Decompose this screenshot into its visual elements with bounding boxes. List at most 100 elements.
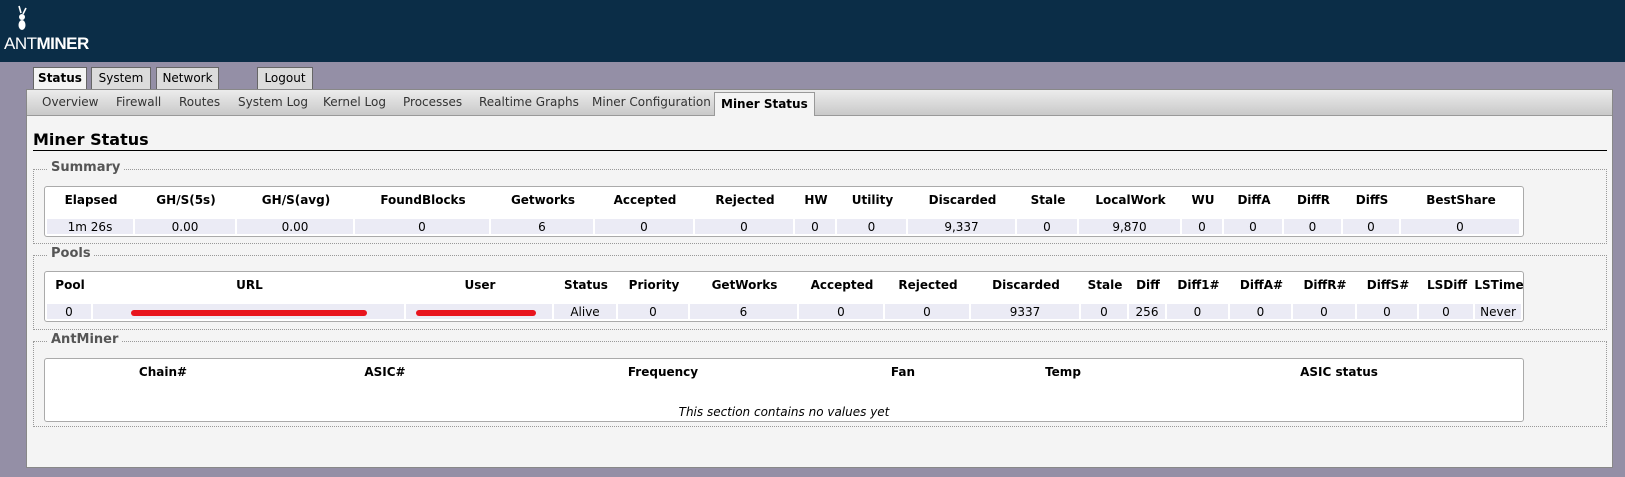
antminer-legend: AntMiner [48,332,122,347]
pools-value-cell: 9337 [971,304,1081,319]
summary-value-cell: 0 [1284,219,1343,234]
pools-header-cell: DiffA# [1239,278,1284,292]
pools-header-cell: Diff1# [1177,278,1220,292]
tab-system[interactable]: System [91,67,151,89]
pools-value-cell: 0 [47,304,93,319]
subtab-miner-configuration[interactable]: Miner Configuration [592,95,711,109]
pools-header-cell: Pool [55,278,85,292]
summary-value-cell: 0.00 [135,219,237,234]
antminer-header-cell: ASIC status [1300,365,1378,379]
page-title: Miner Status [33,130,149,149]
summary-header-cell: Utility [851,193,894,207]
pools-header-cell: LSTime [1474,278,1524,292]
tab-status[interactable]: Status [33,67,87,90]
pools-value-cell: 0 [799,304,885,319]
pools-header-cell: User [464,278,496,292]
summary-header-cell: DiffR [1296,193,1331,207]
pools-header-cell: DiffR# [1303,278,1347,292]
summary-section: Summary Elapsed GH/S(5s) GH/S(avg) Found… [33,160,1607,244]
pool-url-cell [93,304,406,319]
subtab-routes[interactable]: Routes [179,95,220,109]
subtab-miner-status[interactable]: Miner Status [714,92,815,116]
summary-header-row: Elapsed GH/S(5s) GH/S(avg) FoundBlocks G… [47,189,1521,211]
pools-header-cell: Priority [628,278,680,292]
antminer-header-row: Chain# ASIC# Frequency Fan Temp ASIC sta… [47,361,1521,383]
summary-value-cell: 0 [1182,219,1224,234]
pools-header-cell: Status [564,278,608,292]
summary-header-cell: Stale [1030,193,1066,207]
summary-value-cell: 0 [695,219,795,234]
pools-header-cell: Rejected [898,278,958,292]
summary-header-cell: Accepted [613,193,677,207]
pools-value-cell: 0 [1293,304,1357,319]
pools-value-cell: 0 [1230,304,1293,319]
summary-value-cell: 0 [1017,219,1079,234]
pools-header-row: Pool URL User Status Priority GetWorks A… [47,274,1524,296]
antminer-table: Chain# ASIC# Frequency Fan Temp ASIC sta… [44,358,1524,422]
pools-value-cell: 0 [618,304,690,319]
pools-value-cell: 0 [1081,304,1129,319]
pools-value-cell: 0 [1419,304,1475,319]
subtab-overview[interactable]: Overview [42,95,99,109]
pools-value-cell: 256 [1129,304,1167,319]
summary-value-cell: 0 [1343,219,1401,234]
app-header: ANTMINER [0,0,1625,62]
summary-header-cell: HW [804,193,828,207]
pools-table: Pool URL User Status Priority GetWorks A… [44,271,1524,322]
summary-header-cell: DiffA [1237,193,1271,207]
summary-value-cell: 0 [1401,219,1521,234]
pools-header-cell: Stale [1087,278,1123,292]
summary-header-cell: FoundBlocks [380,193,466,207]
summary-value-row: 1m 26s 0.00 0.00 0 6 0 0 0 0 9,337 0 9,8… [47,219,1521,234]
antminer-header-cell: Frequency [627,365,699,379]
summary-header-cell: Getworks [510,193,576,207]
pools-header-cell: GetWorks [711,278,778,292]
tab-network[interactable]: Network [156,67,219,89]
empty-section-message: This section contains no values yet [678,405,890,419]
pool-user-cell [406,304,554,319]
summary-value-cell: 0 [1224,219,1284,234]
summary-header-cell: WU [1191,193,1215,207]
summary-value-cell: 6 [491,219,595,234]
sub-navigation: Overview Firewall Routes System Log Kern… [27,90,1612,116]
pools-header-cell: DiffS# [1366,278,1410,292]
pools-header-cell: LSDiff [1426,278,1468,292]
antminer-header-cell: Temp [1045,365,1081,379]
summary-header-cell: Discarded [928,193,997,207]
main-panel: Overview Firewall Routes System Log Kern… [26,89,1613,468]
brand-name: ANTMINER [4,34,89,53]
summary-header-cell: GH/S(5s) [156,193,216,207]
summary-header-cell: Rejected [715,193,775,207]
subtab-realtime-graphs[interactable]: Realtime Graphs [479,95,579,109]
summary-legend: Summary [48,160,124,175]
summary-value-cell: 9,337 [908,219,1017,234]
antminer-section: AntMiner Chain# ASIC# Frequency Fan Temp… [33,332,1607,427]
pools-header-cell: Diff [1136,278,1160,292]
redaction-mark [131,310,367,316]
summary-value-cell: 0.00 [237,219,355,234]
summary-table: Elapsed GH/S(5s) GH/S(avg) FoundBlocks G… [44,186,1524,237]
subtab-system-log[interactable]: System Log [238,95,308,109]
pools-value-cell: 0 [1357,304,1419,319]
pools-value-cell: Alive [554,304,618,319]
subtab-kernel-log[interactable]: Kernel Log [323,95,386,109]
summary-value-cell: 0 [595,219,695,234]
pools-header-cell: URL [236,278,263,292]
antminer-header-cell: Fan [890,365,916,379]
pools-header-cell: Discarded [992,278,1060,292]
pools-value-cell: Never [1475,304,1523,319]
summary-value-cell: 0 [795,219,837,234]
pools-value-cell: 6 [690,304,799,319]
summary-value-cell: 9,870 [1079,219,1182,234]
antminer-logo: ANTMINER [4,4,96,56]
tab-logout[interactable]: Logout [257,67,313,89]
pools-legend: Pools [48,246,94,261]
summary-header-cell: Elapsed [64,193,118,207]
antminer-header-cell: Chain# [138,365,188,379]
ant-logo-icon [18,5,27,30]
summary-header-cell: LocalWork [1095,193,1166,207]
subtab-firewall[interactable]: Firewall [116,95,161,109]
summary-value-cell: 0 [837,219,908,234]
summary-header-cell: BestShare [1426,193,1496,207]
subtab-processes[interactable]: Processes [403,95,462,109]
